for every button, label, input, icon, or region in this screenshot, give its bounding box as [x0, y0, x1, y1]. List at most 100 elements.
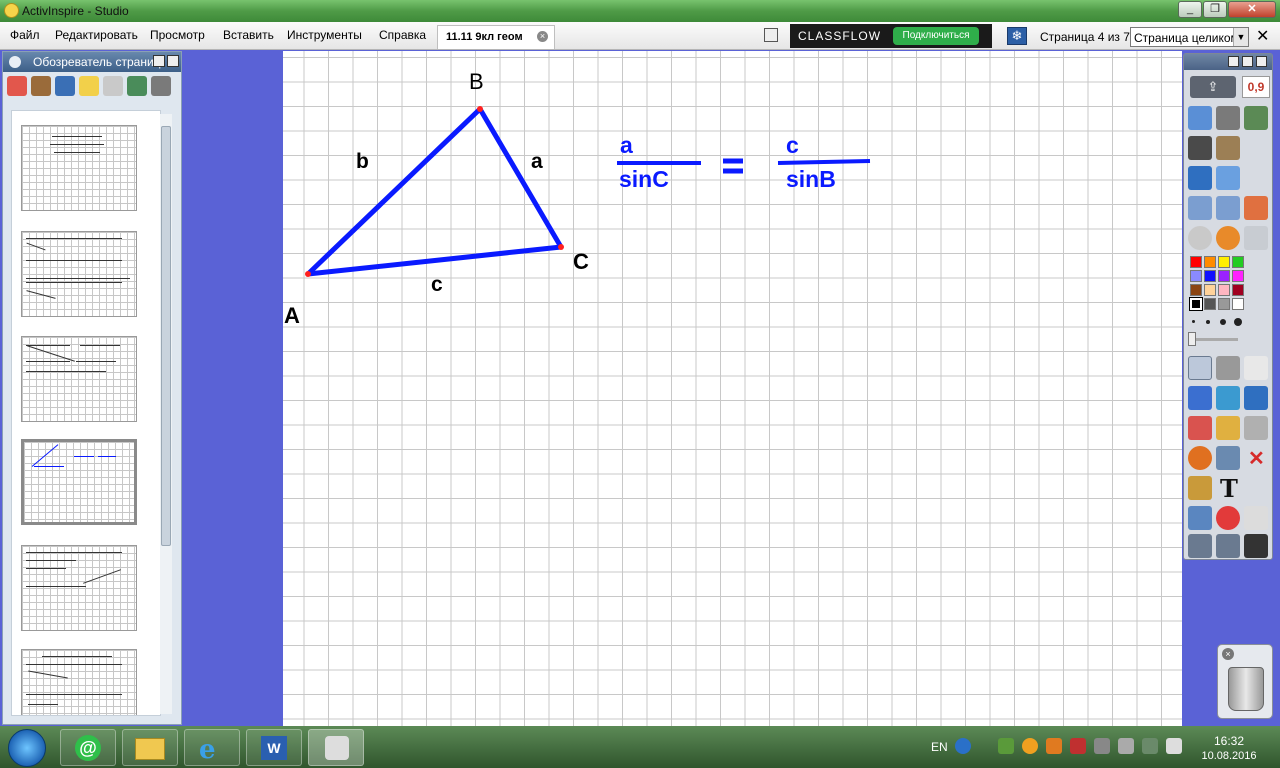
resource-icon[interactable]	[1216, 226, 1240, 250]
menu-insert[interactable]: Вставить	[223, 28, 274, 42]
system-clock[interactable]: 16:32 10.08.2016	[1188, 734, 1270, 762]
close-button[interactable]: ✕	[1228, 1, 1276, 18]
chevron-down-icon[interactable]: ▼	[1233, 28, 1248, 46]
menu-view[interactable]: Просмотр	[150, 28, 205, 42]
language-indicator[interactable]: EN	[931, 740, 948, 754]
color-swatch-maroon[interactable]	[1232, 284, 1244, 296]
voting-browser-icon[interactable]	[151, 76, 171, 96]
color-swatch-orange[interactable]	[1204, 256, 1216, 268]
power-tray-icon[interactable]	[1046, 738, 1062, 754]
color-swatch-brown[interactable]	[1190, 284, 1202, 296]
taskbar-activinspire-icon[interactable]	[308, 729, 364, 766]
tools-icon[interactable]	[1216, 166, 1240, 190]
page-thumbnail-5[interactable]	[21, 545, 137, 631]
object-browser-icon[interactable]	[55, 76, 75, 96]
taskbar-mail-agent-icon[interactable]: @	[60, 729, 116, 766]
color-swatch-magenta[interactable]	[1232, 270, 1244, 282]
actions-browser-icon[interactable]	[127, 76, 147, 96]
spotlight-icon[interactable]	[1216, 106, 1240, 130]
toolbox-pin-icon[interactable]	[1228, 56, 1239, 67]
undo-icon[interactable]	[1188, 534, 1212, 558]
properties-browser-icon[interactable]	[103, 76, 123, 96]
color-swatch-purple[interactable]	[1218, 270, 1230, 282]
volume-muted-icon[interactable]	[1094, 738, 1110, 754]
notes-browser-icon[interactable]	[79, 76, 99, 96]
classflow-connect-button[interactable]: Подключиться	[893, 27, 979, 45]
close-tab-icon[interactable]: ×	[537, 31, 548, 42]
pen-tray-icon[interactable]	[1244, 106, 1268, 130]
color-swatch-dark-gray[interactable]	[1204, 298, 1216, 310]
share-icon[interactable]: ⇪	[1190, 76, 1236, 98]
close-document-icon[interactable]: ✕	[1256, 26, 1269, 46]
highlighter-icon[interactable]	[1216, 386, 1240, 410]
color-swatch-peach[interactable]	[1204, 284, 1216, 296]
minimize-button[interactable]: _	[1178, 1, 1202, 18]
group-icon[interactable]	[1244, 416, 1268, 440]
close-panel-icon[interactable]	[9, 56, 21, 68]
clear-icon[interactable]	[1188, 506, 1212, 530]
toolbox-menu-icon[interactable]	[1242, 56, 1253, 67]
taskbar-internet-explorer-icon[interactable]: e	[184, 729, 240, 766]
desktop-annotate-icon[interactable]	[1188, 166, 1212, 190]
color-swatch-lavender[interactable]	[1190, 270, 1202, 282]
menu-tools[interactable]: Инструменты	[287, 28, 362, 42]
profile-icon[interactable]	[1216, 136, 1240, 160]
color-swatch-white[interactable]	[1232, 298, 1244, 310]
color-swatch-black[interactable]	[1189, 297, 1203, 311]
maximize-button[interactable]: ❐	[1203, 1, 1227, 18]
scrollbar-thumb[interactable]	[161, 126, 171, 546]
play-icon[interactable]	[1188, 226, 1212, 250]
pen-width-slider[interactable]	[1190, 338, 1238, 341]
menu-edit[interactable]: Редактировать	[55, 28, 138, 42]
shape-recognition-icon[interactable]	[1244, 226, 1268, 250]
reveal-icon[interactable]	[1188, 136, 1212, 160]
color-swatch-red[interactable]	[1190, 256, 1202, 268]
text-tool-icon[interactable]: T	[1220, 474, 1238, 503]
save-icon[interactable]	[1244, 534, 1268, 558]
color-swatch-blue[interactable]	[1204, 270, 1216, 282]
help-tray-icon[interactable]	[955, 738, 971, 754]
toolbox-close-icon[interactable]	[1256, 56, 1267, 67]
reset-page-icon[interactable]	[1216, 506, 1240, 530]
menu-help[interactable]: Справка	[379, 28, 426, 42]
close-trash-icon[interactable]: ×	[1222, 648, 1234, 660]
pen-size-s[interactable]	[1206, 320, 1210, 324]
taskbar-word-icon[interactable]: W	[246, 729, 302, 766]
triangle-drawing[interactable]	[283, 51, 1182, 726]
main-menu-icon[interactable]	[1188, 106, 1212, 130]
page-thumbnail-1[interactable]	[21, 125, 137, 211]
thumbnail-scrollbar[interactable]	[160, 114, 172, 714]
previous-page-icon[interactable]	[1188, 196, 1212, 220]
trash-bin-icon[interactable]	[1228, 667, 1264, 711]
start-button[interactable]	[8, 729, 46, 767]
pen-icon[interactable]	[1188, 386, 1212, 410]
connector-icon[interactable]	[1216, 446, 1240, 470]
network-icon[interactable]	[1142, 738, 1158, 754]
tool-settings-icon[interactable]	[1216, 356, 1240, 380]
shape-icon[interactable]	[1188, 446, 1212, 470]
pen-size-xs[interactable]	[1192, 320, 1195, 323]
redo-icon[interactable]	[1216, 534, 1240, 558]
mail-tray-icon[interactable]	[1022, 738, 1038, 754]
flipchart-canvas[interactable]: B A C b a c a sinC c sinB	[283, 51, 1182, 726]
flag-tray-icon[interactable]	[1118, 738, 1134, 754]
checkmark-tray-icon[interactable]	[998, 738, 1014, 754]
fill-bucket-icon[interactable]	[1216, 416, 1240, 440]
taskbar-explorer-icon[interactable]	[122, 729, 178, 766]
snowflake-tool-icon[interactable]	[1244, 386, 1268, 410]
page-thumbnail-3[interactable]	[21, 336, 137, 422]
panel-menu-icon[interactable]	[167, 55, 179, 67]
zoom-select[interactable]: Страница целиком ▼	[1130, 27, 1249, 47]
clapperboard-icon[interactable]	[1188, 476, 1212, 500]
page-thumbnail-4[interactable]	[21, 439, 137, 525]
pen-size-l[interactable]	[1234, 318, 1242, 326]
pen-size-m[interactable]	[1220, 319, 1226, 325]
m-tray-icon[interactable]	[1070, 738, 1086, 754]
color-swatch-pink[interactable]	[1218, 284, 1230, 296]
resource-library-icon[interactable]	[31, 76, 51, 96]
page-notes-icon[interactable]	[764, 28, 778, 42]
next-page-icon[interactable]	[1216, 196, 1240, 220]
pen-width-slider-thumb[interactable]	[1188, 332, 1196, 346]
page-browser-icon[interactable]	[7, 76, 27, 96]
fill-icon[interactable]	[1244, 196, 1268, 220]
